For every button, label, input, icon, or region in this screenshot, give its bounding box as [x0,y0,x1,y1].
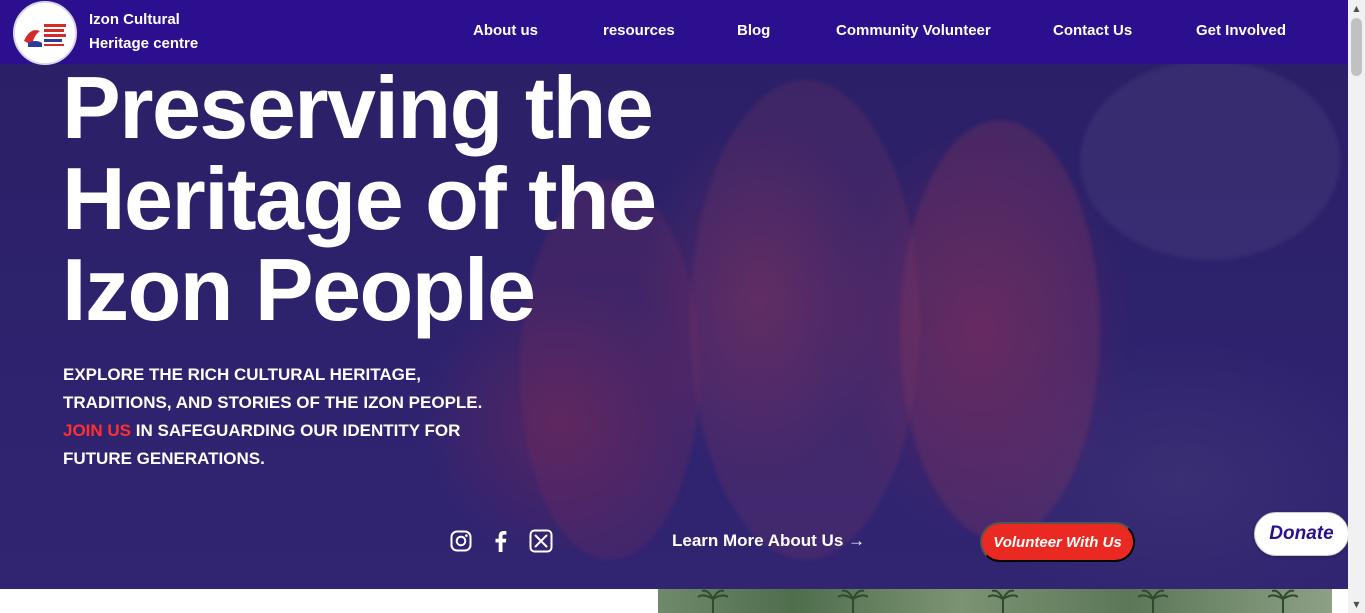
palm-tree-icon [1268,589,1298,613]
nav-about-us[interactable]: About us [473,22,538,39]
tagline-intro: Explore the rich cultural heritage, trad… [63,365,483,412]
instagram-icon[interactable] [449,529,473,553]
join-us-link[interactable]: Join us [63,421,131,440]
top-navbar: Izon Cultural Heritage centre About us r… [0,0,1348,65]
vertical-scrollbar[interactable]: ▲ ▼ [1348,0,1365,613]
logo[interactable] [13,1,77,65]
hero-headline-line2: Heritage of the [62,149,657,248]
palm-tree-icon [988,589,1018,613]
hero-tagline: Explore the rich cultural heritage, trad… [63,361,483,473]
hero-figure-shape [1080,60,1340,260]
nav-get-involved[interactable]: Get Involved [1196,22,1286,39]
brand-name-line2: Heritage centre [89,35,199,52]
x-twitter-icon[interactable] [529,529,553,553]
nav-contact-us[interactable]: Contact Us [1053,22,1132,39]
logo-emblem-icon [24,24,66,47]
section-image-palms [658,589,1332,613]
donate-button[interactable]: Donate [1254,512,1349,556]
palm-tree-icon [1138,589,1168,613]
scroll-down-arrow-icon[interactable]: ▼ [1348,596,1365,613]
brand-name-line1: Izon Cultural [89,11,180,28]
hero-figure-shape [900,120,1100,540]
palm-tree-icon [838,589,868,613]
palm-tree-icon [698,589,728,613]
scrollbar-thumb[interactable] [1351,18,1362,76]
nav-blog[interactable]: Blog [737,22,770,39]
nav-community-volunteer[interactable]: Community Volunteer [836,22,991,39]
brand-name[interactable]: Izon Cultural Heritage centre [89,8,198,56]
nav-resources[interactable]: resources [603,22,675,39]
scroll-up-arrow-icon[interactable]: ▲ [1348,0,1365,17]
facebook-icon[interactable] [489,529,513,553]
hero-headline-line1: Preserving the [62,58,654,157]
volunteer-button[interactable]: Volunteer With Us [980,522,1135,562]
learn-more-link[interactable]: Learn More About Us → [672,531,865,551]
hero-headline-line3: Izon People [62,240,536,339]
hero-headline: Preserving the Heritage of the Izon Peop… [62,62,762,335]
